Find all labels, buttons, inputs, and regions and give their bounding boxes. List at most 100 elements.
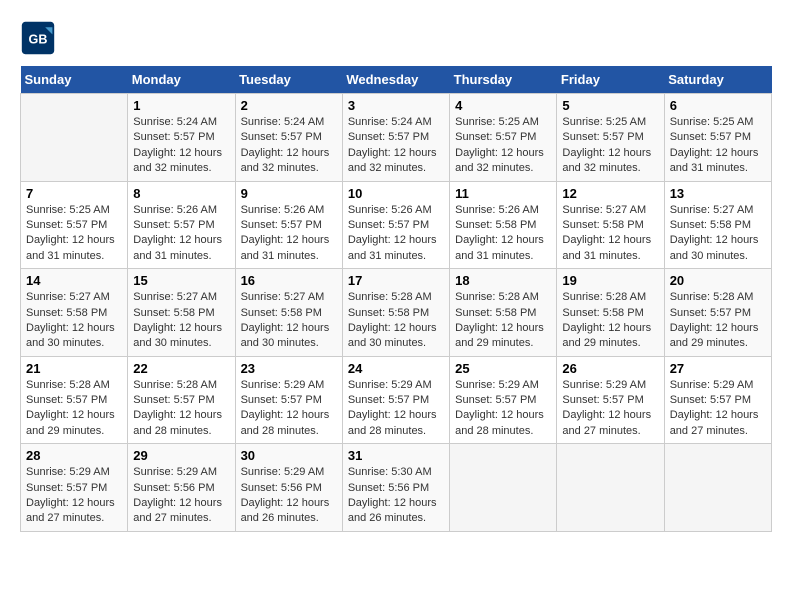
day-info: Sunrise: 5:29 AM Sunset: 5:57 PM Dayligh… bbox=[241, 378, 337, 440]
day-number: 7 bbox=[26, 186, 122, 201]
day-info: Sunrise: 5:26 AM Sunset: 5:57 PM Dayligh… bbox=[348, 203, 444, 265]
calendar-cell: 2 Sunrise: 5:24 AM Sunset: 5:57 PM Daylig… bbox=[235, 94, 342, 182]
calendar-week-1: 1Sunrise: 5:24 AM Sunset: 5:57 PM Daylig… bbox=[21, 94, 772, 182]
header-cell-tuesday: Tuesday bbox=[235, 66, 342, 94]
calendar-cell: 8 Sunrise: 5:26 AM Sunset: 5:57 PM Daylig… bbox=[128, 181, 235, 269]
day-info: Sunrise: 5:27 AM Sunset: 5:58 PM Dayligh… bbox=[562, 203, 658, 265]
calendar-cell: 25 Sunrise: 5:29 AM Sunset: 5:57 PM Dayli… bbox=[450, 356, 557, 444]
calendar-cell: 20 Sunrise: 5:28 AM Sunset: 5:57 PM Dayli… bbox=[664, 269, 771, 357]
day-number: 12 bbox=[562, 186, 658, 201]
day-info: Sunrise: 5:28 AM Sunset: 5:57 PM Dayligh… bbox=[670, 290, 766, 352]
day-number: 29 bbox=[133, 448, 229, 463]
calendar-cell: 1Sunrise: 5:24 AM Sunset: 5:57 PM Daylig… bbox=[128, 94, 235, 182]
day-number: 31 bbox=[348, 448, 444, 463]
day-number: 4 bbox=[455, 98, 551, 113]
calendar-cell: 21Sunrise: 5:28 AM Sunset: 5:57 PM Dayli… bbox=[21, 356, 128, 444]
header-cell-wednesday: Wednesday bbox=[342, 66, 449, 94]
day-info: Sunrise: 5:24 AM Sunset: 5:57 PM Dayligh… bbox=[133, 115, 229, 177]
day-number: 30 bbox=[241, 448, 337, 463]
calendar-week-2: 7 Sunrise: 5:25 AM Sunset: 5:57 PM Daylig… bbox=[21, 181, 772, 269]
day-number: 3 bbox=[348, 98, 444, 113]
calendar-cell: 11 Sunrise: 5:26 AM Sunset: 5:58 PM Dayli… bbox=[450, 181, 557, 269]
calendar-cell bbox=[450, 444, 557, 532]
day-info: Sunrise: 5:26 AM Sunset: 5:58 PM Dayligh… bbox=[455, 203, 551, 265]
calendar-cell: 18 Sunrise: 5:28 AM Sunset: 5:58 PM Dayli… bbox=[450, 269, 557, 357]
calendar-body: 1Sunrise: 5:24 AM Sunset: 5:57 PM Daylig… bbox=[21, 94, 772, 532]
day-number: 18 bbox=[455, 273, 551, 288]
calendar-cell: 17 Sunrise: 5:28 AM Sunset: 5:58 PM Dayli… bbox=[342, 269, 449, 357]
day-number: 28 bbox=[26, 448, 122, 463]
day-number: 6 bbox=[670, 98, 766, 113]
calendar-cell: 23 Sunrise: 5:29 AM Sunset: 5:57 PM Dayli… bbox=[235, 356, 342, 444]
day-number: 15 bbox=[133, 273, 229, 288]
day-number: 24 bbox=[348, 361, 444, 376]
day-info: Sunrise: 5:24 AM Sunset: 5:57 PM Dayligh… bbox=[348, 115, 444, 177]
calendar-cell: 28 Sunrise: 5:29 AM Sunset: 5:57 PM Dayli… bbox=[21, 444, 128, 532]
calendar-cell bbox=[664, 444, 771, 532]
day-info: Sunrise: 5:29 AM Sunset: 5:57 PM Dayligh… bbox=[455, 378, 551, 440]
day-info: Sunrise: 5:27 AM Sunset: 5:58 PM Dayligh… bbox=[133, 290, 229, 352]
header-cell-thursday: Thursday bbox=[450, 66, 557, 94]
calendar-cell: 5Sunrise: 5:25 AM Sunset: 5:57 PM Daylig… bbox=[557, 94, 664, 182]
calendar-cell: 9 Sunrise: 5:26 AM Sunset: 5:57 PM Daylig… bbox=[235, 181, 342, 269]
header-cell-friday: Friday bbox=[557, 66, 664, 94]
day-info: Sunrise: 5:25 AM Sunset: 5:57 PM Dayligh… bbox=[670, 115, 766, 177]
day-info: Sunrise: 5:25 AM Sunset: 5:57 PM Dayligh… bbox=[562, 115, 658, 177]
day-info: Sunrise: 5:28 AM Sunset: 5:58 PM Dayligh… bbox=[455, 290, 551, 352]
day-number: 23 bbox=[241, 361, 337, 376]
calendar-cell: 14 Sunrise: 5:27 AM Sunset: 5:58 PM Dayli… bbox=[21, 269, 128, 357]
calendar-cell bbox=[21, 94, 128, 182]
day-info: Sunrise: 5:24 AM Sunset: 5:57 PM Dayligh… bbox=[241, 115, 337, 177]
svg-text:GB: GB bbox=[29, 32, 48, 46]
day-number: 9 bbox=[241, 186, 337, 201]
day-number: 17 bbox=[348, 273, 444, 288]
calendar-cell: 19 Sunrise: 5:28 AM Sunset: 5:58 PM Dayli… bbox=[557, 269, 664, 357]
day-number: 14 bbox=[26, 273, 122, 288]
day-number: 27 bbox=[670, 361, 766, 376]
day-number: 11 bbox=[455, 186, 551, 201]
day-number: 19 bbox=[562, 273, 658, 288]
day-number: 10 bbox=[348, 186, 444, 201]
calendar-cell: 22Sunrise: 5:28 AM Sunset: 5:57 PM Dayli… bbox=[128, 356, 235, 444]
day-info: Sunrise: 5:29 AM Sunset: 5:57 PM Dayligh… bbox=[562, 378, 658, 440]
day-info: Sunrise: 5:28 AM Sunset: 5:58 PM Dayligh… bbox=[562, 290, 658, 352]
day-number: 2 bbox=[241, 98, 337, 113]
day-info: Sunrise: 5:29 AM Sunset: 5:57 PM Dayligh… bbox=[26, 465, 122, 527]
day-number: 13 bbox=[670, 186, 766, 201]
header-cell-sunday: Sunday bbox=[21, 66, 128, 94]
day-info: Sunrise: 5:26 AM Sunset: 5:57 PM Dayligh… bbox=[133, 203, 229, 265]
calendar-header-row: SundayMondayTuesdayWednesdayThursdayFrid… bbox=[21, 66, 772, 94]
calendar-cell: 16Sunrise: 5:27 AM Sunset: 5:58 PM Dayli… bbox=[235, 269, 342, 357]
logo-icon: GB bbox=[20, 20, 56, 56]
calendar-cell: 15 Sunrise: 5:27 AM Sunset: 5:58 PM Dayli… bbox=[128, 269, 235, 357]
calendar-table: SundayMondayTuesdayWednesdayThursdayFrid… bbox=[20, 66, 772, 532]
calendar-week-4: 21Sunrise: 5:28 AM Sunset: 5:57 PM Dayli… bbox=[21, 356, 772, 444]
day-info: Sunrise: 5:25 AM Sunset: 5:57 PM Dayligh… bbox=[455, 115, 551, 177]
calendar-cell: 26 Sunrise: 5:29 AM Sunset: 5:57 PM Dayli… bbox=[557, 356, 664, 444]
calendar-cell: 31Sunrise: 5:30 AM Sunset: 5:56 PM Dayli… bbox=[342, 444, 449, 532]
calendar-cell: 29 Sunrise: 5:29 AM Sunset: 5:56 PM Dayli… bbox=[128, 444, 235, 532]
calendar-cell: 13 Sunrise: 5:27 AM Sunset: 5:58 PM Dayli… bbox=[664, 181, 771, 269]
day-info: Sunrise: 5:28 AM Sunset: 5:58 PM Dayligh… bbox=[348, 290, 444, 352]
calendar-cell: 7 Sunrise: 5:25 AM Sunset: 5:57 PM Daylig… bbox=[21, 181, 128, 269]
day-info: Sunrise: 5:27 AM Sunset: 5:58 PM Dayligh… bbox=[26, 290, 122, 352]
calendar-cell: 3 Sunrise: 5:24 AM Sunset: 5:57 PM Daylig… bbox=[342, 94, 449, 182]
day-info: Sunrise: 5:25 AM Sunset: 5:57 PM Dayligh… bbox=[26, 203, 122, 265]
calendar-cell bbox=[557, 444, 664, 532]
day-info: Sunrise: 5:29 AM Sunset: 5:56 PM Dayligh… bbox=[133, 465, 229, 527]
day-info: Sunrise: 5:29 AM Sunset: 5:57 PM Dayligh… bbox=[670, 378, 766, 440]
header-cell-saturday: Saturday bbox=[664, 66, 771, 94]
day-info: Sunrise: 5:29 AM Sunset: 5:56 PM Dayligh… bbox=[241, 465, 337, 527]
day-info: Sunrise: 5:28 AM Sunset: 5:57 PM Dayligh… bbox=[26, 378, 122, 440]
day-number: 26 bbox=[562, 361, 658, 376]
calendar-cell: 10 Sunrise: 5:26 AM Sunset: 5:57 PM Dayli… bbox=[342, 181, 449, 269]
page-header: GB bbox=[20, 20, 772, 56]
day-number: 20 bbox=[670, 273, 766, 288]
day-number: 25 bbox=[455, 361, 551, 376]
calendar-cell: 24Sunrise: 5:29 AM Sunset: 5:57 PM Dayli… bbox=[342, 356, 449, 444]
day-number: 8 bbox=[133, 186, 229, 201]
calendar-cell: 6 Sunrise: 5:25 AM Sunset: 5:57 PM Daylig… bbox=[664, 94, 771, 182]
day-info: Sunrise: 5:26 AM Sunset: 5:57 PM Dayligh… bbox=[241, 203, 337, 265]
day-info: Sunrise: 5:27 AM Sunset: 5:58 PM Dayligh… bbox=[670, 203, 766, 265]
calendar-week-3: 14 Sunrise: 5:27 AM Sunset: 5:58 PM Dayli… bbox=[21, 269, 772, 357]
